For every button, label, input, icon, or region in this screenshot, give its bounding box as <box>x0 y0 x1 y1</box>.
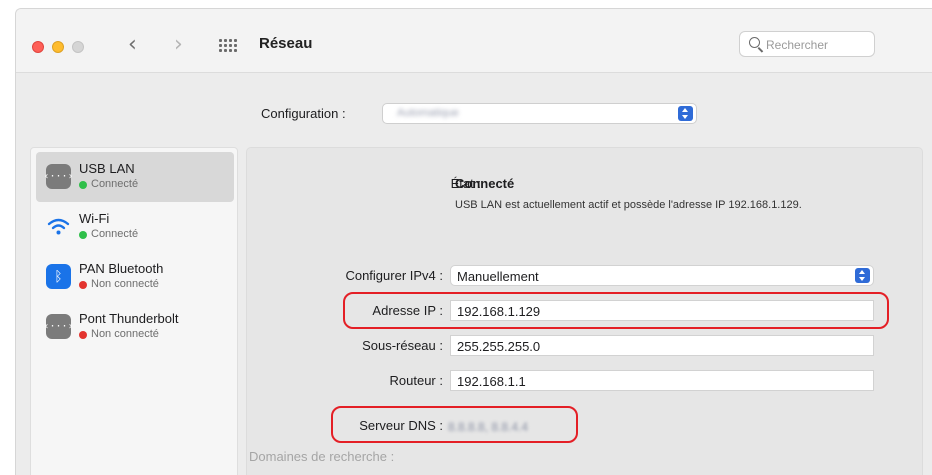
search-field[interactable]: Rechercher <box>739 31 875 57</box>
configure-ipv4-select[interactable]: Manuellement <box>450 265 874 286</box>
configuration-label: Configuration : <box>261 106 346 121</box>
network-preferences-window: ‹ › Réseau Rechercher Configuration : Au… <box>15 8 932 475</box>
status-dot <box>79 181 87 189</box>
sidebar-item-label: PAN Bluetooth <box>79 261 164 276</box>
forward-button[interactable]: › <box>174 33 183 57</box>
search-domains-label: Domaines de recherche : <box>249 449 395 464</box>
sidebar-item-usb-lan[interactable]: ‹···› USB LAN Connecté <box>36 152 234 202</box>
configure-ipv4-value: Manuellement <box>457 269 539 284</box>
zoom-button[interactable] <box>72 41 84 53</box>
router-label: Routeur : <box>389 373 443 388</box>
back-button[interactable]: ‹ <box>128 33 137 57</box>
subnet-field[interactable]: 255.255.255.0 <box>450 335 874 356</box>
configuration-value: Automatique <box>397 107 459 119</box>
search-placeholder: Rechercher <box>766 38 829 52</box>
dns-server-highlight <box>331 406 578 443</box>
status-dot <box>79 281 87 289</box>
wifi-icon <box>46 214 71 239</box>
sidebar-item-wifi[interactable]: Wi-Fi Connecté <box>36 202 234 252</box>
configure-ipv4-label: Configurer IPv4 : <box>345 268 443 283</box>
sidebar-item-status: Connecté <box>91 178 139 190</box>
show-all-grid-icon[interactable] <box>216 35 238 55</box>
sidebar-item-label: USB LAN <box>79 161 135 176</box>
subnet-label: Sous-réseau : <box>362 338 443 353</box>
services-sidebar: ‹···› USB LAN Connecté Wi-Fi Connecté ᛒ … <box>30 147 238 475</box>
status-dot <box>79 231 87 239</box>
sidebar-item-status: Non connecté <box>91 278 159 290</box>
chevron-updown-icon <box>855 268 870 283</box>
status-value: Connecté <box>455 176 515 191</box>
ip-address-highlight <box>343 292 889 329</box>
configuration-select[interactable]: Automatique <box>382 103 697 124</box>
minimize-button[interactable] <box>52 41 64 53</box>
thunderbolt-bridge-icon: ‹···› <box>43 314 74 339</box>
search-icon <box>749 37 760 48</box>
router-field[interactable]: 192.168.1.1 <box>450 370 874 391</box>
sidebar-item-status: Connecté <box>91 228 139 240</box>
status-dot <box>79 331 87 339</box>
status-description: USB LAN est actuellement actif et possèd… <box>455 199 802 211</box>
sidebar-item-label: Pont Thunderbolt <box>79 311 179 326</box>
subnet-value: 255.255.255.0 <box>457 339 541 354</box>
ethernet-icon: ‹···› <box>43 164 74 189</box>
window-title: Réseau <box>259 35 313 52</box>
service-detail-panel: État : Connecté USB LAN est actuellement… <box>246 147 923 475</box>
router-value: 192.168.1.1 <box>457 374 526 389</box>
close-button[interactable] <box>32 41 44 53</box>
bluetooth-icon: ᛒ <box>46 264 71 289</box>
sidebar-item-pan-bluetooth[interactable]: ᛒ PAN Bluetooth Non connecté <box>36 252 234 302</box>
sidebar-item-label: Wi-Fi <box>79 211 110 226</box>
toolbar: ‹ › Réseau Rechercher <box>16 9 932 73</box>
sidebar-item-status: Non connecté <box>91 328 159 340</box>
sidebar-item-thunderbolt-bridge[interactable]: ‹···› Pont Thunderbolt Non connecté <box>36 302 234 352</box>
chevron-updown-icon <box>678 106 693 121</box>
